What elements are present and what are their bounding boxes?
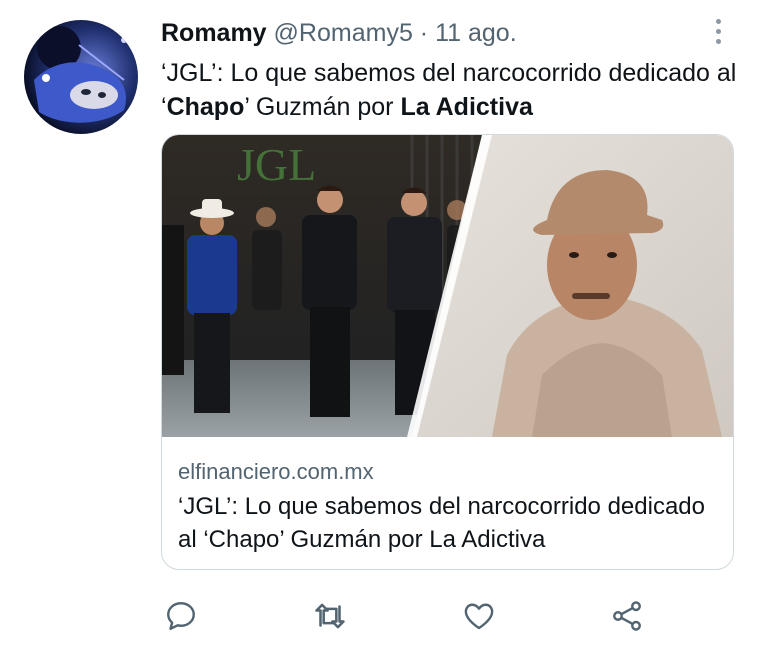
- tweet-header: Romamy @Romamy5 · 11 ago.: [161, 16, 517, 50]
- card-title[interactable]: ‘JGL’: Lo que sabemos del narcocorrido d…: [178, 490, 718, 556]
- card-image: JGL: [162, 135, 733, 437]
- like-icon: [464, 603, 494, 630]
- more-options-button[interactable]: [703, 14, 733, 48]
- more-dot-icon: [715, 38, 721, 44]
- card-image-text: JGL: [237, 139, 316, 190]
- card-domain[interactable]: elfinanciero.com.mx: [178, 457, 374, 487]
- tweet-text: ‘JGL’: Lo que sabemos del narcocorrido d…: [161, 56, 741, 124]
- reply-button[interactable]: [157, 592, 205, 640]
- more-dot-icon: [715, 28, 721, 34]
- separator-dot: ·: [419, 19, 429, 47]
- avatar-image: [34, 26, 127, 123]
- share-button[interactable]: [603, 592, 651, 640]
- reply-icon: [167, 602, 195, 630]
- retweet-button[interactable]: [306, 592, 354, 640]
- tweet-date[interactable]: 11 ago.: [435, 19, 517, 47]
- like-button[interactable]: [455, 592, 503, 640]
- tweet-text-bold: Chapo: [166, 93, 245, 121]
- author-avatar[interactable]: [24, 20, 138, 134]
- share-icon: [613, 601, 641, 631]
- author-name[interactable]: Romamy: [161, 19, 267, 47]
- more-dot-icon: [715, 18, 721, 24]
- tweet-text-bold: La Adictiva: [400, 93, 533, 121]
- link-card[interactable]: JGL elfinanciero.com.mx ‘JGL’: Lo que sa…: [161, 134, 734, 570]
- tweet-text-part: ’ Guzmán por: [244, 93, 401, 121]
- author-handle[interactable]: @Romamy5: [274, 19, 413, 47]
- tweet-actions: [0, 592, 760, 642]
- retweet-icon: [315, 603, 345, 629]
